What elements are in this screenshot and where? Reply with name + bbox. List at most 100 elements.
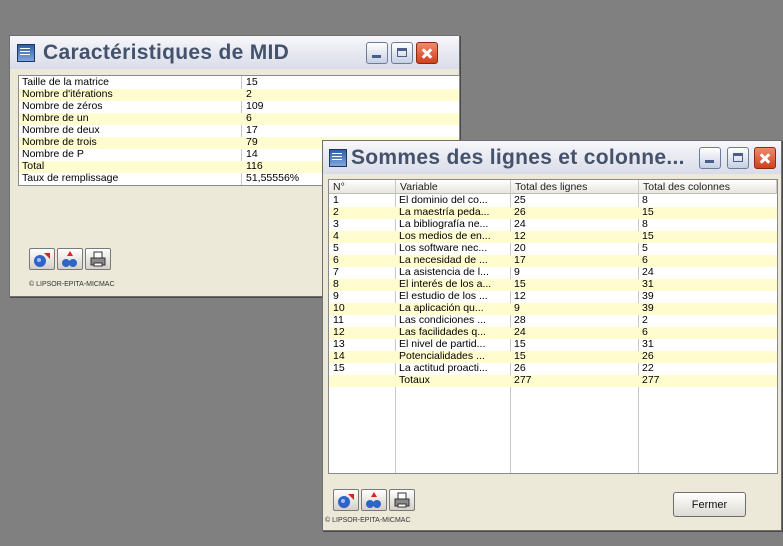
export-button[interactable]: [333, 489, 359, 511]
table-row: 11 Las condiciones ... 28 2: [329, 315, 777, 327]
row-value: 14: [246, 148, 258, 160]
close-dialog-button[interactable]: Fermer: [673, 492, 746, 517]
column-header-total-colonnes[interactable]: Total des colonnes: [639, 180, 777, 194]
export-icon: [34, 253, 50, 267]
cell-colonnes: 5: [642, 243, 648, 254]
window-icon: [329, 148, 347, 167]
cell-n: 13: [333, 339, 345, 350]
cell-colonnes: 15: [642, 231, 654, 242]
row-label: Nombre de un: [22, 112, 89, 124]
cell-n: 12: [333, 327, 345, 338]
cell-colonnes: 15: [642, 207, 654, 218]
cell-variable: La actitud proacti...: [399, 363, 488, 374]
row-value: 17: [246, 124, 258, 136]
table-row: 3 La bibliografía ne... 24 8: [329, 219, 777, 231]
cell-colonnes: 31: [642, 279, 654, 290]
window-title: Sommes des lignes et colonne...: [351, 145, 685, 169]
window-titlebar[interactable]: Caractéristiques de MID: [10, 36, 459, 69]
minimize-button[interactable]: [366, 42, 388, 64]
table-row: Nombre de un 6: [19, 112, 459, 125]
table-row: 8 El interés de los a... 15 31: [329, 279, 777, 291]
table-row: Nombre de zéros 109: [19, 100, 459, 113]
column-header-variable[interactable]: Variable: [396, 180, 511, 194]
cell-variable: Las condiciones ...: [399, 315, 486, 326]
table-row: 5 Los software nec... 20 5: [329, 243, 777, 255]
export-icon: [338, 494, 354, 508]
cell-variable: La necesidad de ...: [399, 255, 488, 266]
sums-table: N° Variable Total des lignes Total des c…: [328, 179, 778, 474]
row-value: 79: [246, 136, 258, 148]
cell-n: 3: [333, 219, 339, 230]
cell-n: 6: [333, 255, 339, 266]
cell-n: 2: [333, 207, 339, 218]
column-header-n[interactable]: N°: [329, 180, 396, 194]
cell-lignes: 25: [514, 195, 526, 206]
cell-variable: La asistencia de l...: [399, 267, 489, 278]
cell-n: 4: [333, 231, 339, 242]
copyright-label: © LIPSOR-EPITA-MICMAC: [325, 517, 411, 524]
table-row: 15 La actitud proacti... 26 22: [329, 363, 777, 375]
table-row: Nombre d'itérations 2: [19, 88, 459, 101]
row-label: Taux de remplissage: [22, 172, 119, 184]
export-button[interactable]: [29, 248, 55, 270]
cell-lignes: 28: [514, 315, 526, 326]
row-label: Total: [22, 160, 45, 172]
row-label: Taille de la matrice: [22, 76, 109, 88]
row-value: 15: [246, 76, 258, 88]
print-icon: [394, 492, 410, 508]
window-title: Caractéristiques de MID: [43, 40, 290, 64]
cell-n: 14: [333, 351, 345, 362]
cell-colonnes: 31: [642, 339, 654, 350]
window-icon: [17, 43, 35, 62]
cell-variable: Los software nec...: [399, 243, 488, 254]
export-all-button[interactable]: [361, 489, 387, 511]
cell-lignes: 20: [514, 243, 526, 254]
copyright-label: © LIPSOR-EPITA-MICMAC: [29, 281, 115, 288]
row-label: Nombre de trois: [22, 136, 97, 148]
print-button[interactable]: [389, 489, 415, 511]
cell-lignes: 9: [514, 267, 520, 278]
cell-variable: La maestría peda...: [399, 207, 490, 218]
row-value: 6: [246, 112, 252, 124]
cell-lignes: 24: [514, 219, 526, 230]
row-label: Nombre d'itérations: [22, 88, 113, 100]
desktop: { "window1": { "title": "Caractéristique…: [0, 0, 783, 546]
cell-lignes: 15: [514, 351, 526, 362]
cell-colonnes: 39: [642, 303, 654, 314]
cell-colonnes: 8: [642, 195, 648, 206]
minimize-button[interactable]: [699, 147, 721, 169]
print-icon: [90, 251, 106, 267]
cell-colonnes: 6: [642, 255, 648, 266]
cell-colonnes: 8: [642, 219, 648, 230]
table-row: 9 El estudio de los ... 12 39: [329, 291, 777, 303]
cell-lignes: 12: [514, 231, 526, 242]
cell-lignes: 24: [514, 327, 526, 338]
cell-n: 10: [333, 303, 345, 314]
row-label: Nombre de P: [22, 148, 84, 160]
cell-variable: El dominio del co...: [399, 195, 488, 206]
export-all-button[interactable]: [57, 248, 83, 270]
cell-variable: El estudio de los ...: [399, 291, 488, 302]
maximize-button[interactable]: [391, 42, 413, 64]
window-titlebar[interactable]: Sommes des lignes et colonne...: [323, 141, 781, 174]
cell-variable: Totaux: [399, 375, 430, 386]
cell-lignes: 12: [514, 291, 526, 302]
close-button[interactable]: [416, 42, 438, 64]
cell-colonnes: 26: [642, 351, 654, 362]
table-row: 10 La aplicación qu... 9 39: [329, 303, 777, 315]
row-label: Nombre de deux: [22, 124, 100, 136]
print-button[interactable]: [85, 248, 111, 270]
column-header-total-lignes[interactable]: Total des lignes: [511, 180, 639, 194]
cell-variable: Potencialidades ...: [399, 351, 485, 362]
row-value: 109: [246, 100, 264, 112]
cell-variable: La bibliografía ne...: [399, 219, 489, 230]
table-row: Nombre de deux 17: [19, 124, 459, 137]
maximize-button[interactable]: [727, 147, 749, 169]
cell-n: 9: [333, 291, 339, 302]
cell-n: 11: [333, 315, 344, 326]
cell-lignes: 9: [514, 303, 520, 314]
cell-lignes: 277: [514, 375, 532, 386]
cell-variable: El interés de los a...: [399, 279, 492, 290]
close-button[interactable]: [754, 147, 776, 169]
table-row: 12 Las facilidades q... 24 6: [329, 327, 777, 339]
